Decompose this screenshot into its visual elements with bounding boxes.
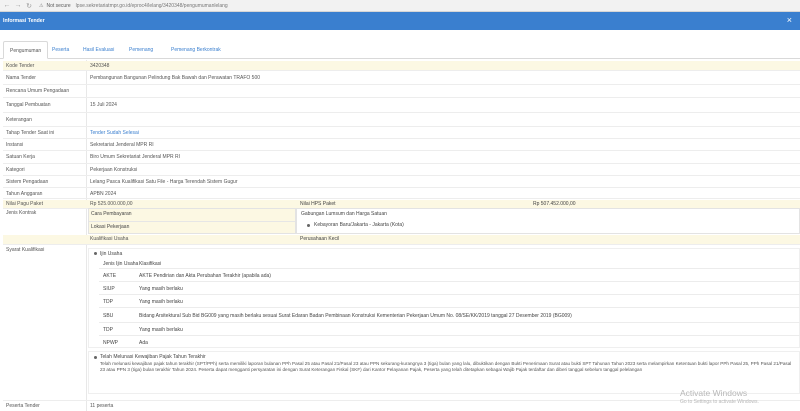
reload-icon[interactable]: ↻: [25, 2, 33, 10]
cell-jenis: NPWP: [103, 340, 118, 346]
cell-jenis: SBU: [103, 313, 114, 319]
browser-toolbar: ← → ↻ ⚠ Not secure lpse.sekretariatmpr.g…: [0, 0, 800, 12]
row-label: Nama Tender: [6, 75, 36, 81]
row-instansi: Instansi Sekretariat Jenderal MPR RI: [3, 140, 800, 151]
row-sistem-pengadaan: Sistem Pengadaan Lelang Pasca Kualifikas…: [3, 177, 800, 188]
table-row: AKTE AKTE Pendirian dan Akta Perubahan T…: [99, 270, 800, 282]
row-kode-tender: Kode Tender 3420348: [3, 61, 800, 71]
ijin-usaha-box: Ijin Usaha Jenis Ijin Usaha Klasifikasi …: [88, 248, 800, 348]
row-value: Biro Umum Sekretariat Jenderal MPR RI: [90, 154, 181, 160]
modal-header: Informasi Tender ×: [0, 12, 800, 30]
row-value: Pekerjaan Konstruksi: [90, 167, 138, 173]
row-label: Kategori: [6, 167, 25, 173]
hps-label: Nilai HPS Paket: [300, 201, 336, 207]
hps-value: Rp 507.452.000,00: [533, 201, 576, 207]
kualifikasi-label: Kualifikasi Usaha: [90, 236, 129, 242]
ijin-usaha-header: Ijin Usaha: [100, 251, 123, 257]
kontrak-value-box: Gabungan Lumsum dan Harga Satuan Kebayor…: [296, 208, 800, 234]
row-kualifikasi-usaha: Kualifikasi Usaha Perusahaan Kecil: [3, 235, 800, 245]
cell-ket: Bidang Arsitektural Sub Bid BG009 yang m…: [139, 313, 572, 319]
url-text: lpse.sekretariatmpr.go.id/eproc4/lelang/…: [75, 2, 228, 9]
bullet-icon: [94, 356, 97, 359]
row-value: Sekretariat Jenderal MPR RI: [90, 142, 154, 148]
row-rencana-umum: Rencana Umum Pengadaan: [3, 86, 800, 98]
cell-ket: Yang masih berlaku: [139, 299, 183, 305]
row-kategori: Kategori Pekerjaan Konstruksi: [3, 165, 800, 176]
divider: [89, 221, 295, 222]
row-label: Tanggal Pembuatan: [6, 102, 51, 108]
bullet-icon: [94, 252, 97, 255]
tab-peserta[interactable]: Peserta: [46, 41, 75, 59]
row-value: Lelang Pasca Kualifikasi Satu File - Har…: [90, 179, 238, 185]
table-row: SIUP Yang masih berlaku: [99, 283, 800, 295]
row-value: APBN 2024: [90, 191, 117, 197]
tab-pengumuman[interactable]: Pengumuman: [3, 41, 49, 59]
cell-jenis: SIUP: [103, 286, 115, 292]
cell-ket: Yang masih berlaku: [139, 327, 183, 333]
cell-ket: AKTE Pendirian dan Akta Perubahan Terakh…: [139, 273, 271, 279]
pajak-title: Telah Melunasi Kewajiban Pajak Tahun Ter…: [100, 354, 206, 360]
row-tahun-anggaran: Tahun Anggaran APBN 2024: [3, 189, 800, 199]
row-value: Pembangunan Bangunan Pelindung Bak Bawah…: [90, 75, 261, 81]
row-label: Keterangan: [6, 117, 32, 123]
activate-windows-subtitle: Go to Settings to activate Windows.: [680, 399, 759, 405]
row-label: Tahap Tender Saat ini: [6, 130, 55, 136]
not-secure-label: Not secure: [46, 2, 71, 9]
cell-jenis: TDP: [103, 299, 113, 305]
bullet-icon: [307, 224, 310, 227]
table-row: NPWP Ada: [99, 337, 800, 348]
syarat-label: Syarat Kualifikasi: [6, 247, 45, 253]
lokasi-pekerjaan-label: Lokasi Pekerjaan: [91, 224, 130, 230]
tab-pemenang-berkontrak[interactable]: Pemenang Berkontrak: [165, 41, 227, 59]
row-label: Kode Tender: [6, 63, 35, 69]
table-row: TDP Yang masih berlaku: [99, 296, 800, 308]
row-tahap-tender: Tahap Tender Saat ini Tender Sudah Seles…: [3, 128, 800, 139]
address-bar[interactable]: ⚠ Not secure lpse.sekretariatmpr.go.id/e…: [39, 3, 228, 9]
table-header: Jenis Ijin Usaha Klasifikasi: [99, 258, 800, 269]
peserta-label: Peserta Tender: [6, 403, 40, 409]
th-jenis: Jenis Ijin Usaha: [103, 261, 139, 267]
row-label: Tahun Anggaran: [6, 191, 43, 197]
close-icon[interactable]: ×: [787, 15, 792, 25]
row-label: Satuan Kerja: [6, 154, 35, 160]
kualifikasi-value: Perusahaan Kecil: [300, 236, 340, 242]
table-row: SBU Bidang Arsitektural Sub Bid BG009 ya…: [99, 309, 800, 323]
modal-title: Informasi Tender: [3, 18, 45, 24]
th-klasifikasi: Klasifikasi: [139, 261, 162, 267]
cell-jenis: AKTE: [103, 273, 117, 279]
row-label: Sistem Pengadaan: [6, 179, 49, 185]
pagu-value: Rp 525.000.000,00: [90, 201, 133, 207]
row-keterangan: Keterangan: [3, 114, 800, 127]
tab-pemenang[interactable]: Pemenang: [123, 41, 159, 59]
row-value: 15 Juli 2024: [90, 102, 117, 108]
row-label: Instansi: [6, 142, 24, 148]
tab-hasil-evaluasi[interactable]: Hasil Evaluasi: [77, 41, 120, 59]
kontrak-label-box: Cara Pembayaran Lokasi Pekerjaan: [88, 208, 296, 234]
warning-icon: ⚠: [39, 2, 44, 9]
cara-pembayaran-value: Gabungan Lumsum dan Harga Satuan: [301, 211, 387, 217]
row-label: Rencana Umum Pengadaan: [6, 88, 70, 94]
forward-icon[interactable]: →: [14, 2, 22, 10]
table-row: TDP Yang masih berlaku: [99, 324, 800, 336]
kontrak-label: Jenis Kontrak: [6, 210, 37, 216]
pagu-label: Nilai Pagu Paket: [6, 201, 43, 207]
activate-windows-title: Activate Windows: [680, 388, 748, 398]
cell-ket: Ada: [139, 340, 148, 346]
tab-bar: Pengumuman Peserta Hasil Evaluasi Pemena…: [0, 37, 800, 59]
ijin-usaha-table: Jenis Ijin Usaha Klasifikasi AKTE AKTE P…: [99, 258, 800, 348]
lokasi-pekerjaan-value: Kebayoran Baru/Jakarta - Jakarta (Kota): [314, 222, 404, 228]
cara-pembayaran-label: Cara Pembayaran: [91, 211, 132, 217]
row-satuan-kerja: Satuan Kerja Biro Umum Sekretariat Jende…: [3, 152, 800, 164]
back-icon[interactable]: ←: [3, 2, 11, 10]
tahap-tender-link[interactable]: Tender Sudah Selesai: [90, 130, 139, 136]
cell-ket: Yang masih berlaku: [139, 286, 183, 292]
row-value: 3420348: [90, 63, 110, 69]
peserta-value: 11 peserta: [90, 403, 114, 409]
cell-jenis: TDP: [103, 327, 113, 333]
row-nama-tender: Nama Tender Pembangunan Bangunan Pelindu…: [3, 72, 800, 85]
row-tanggal-pembuatan: Tanggal Pembuatan 15 Juli 2024: [3, 99, 800, 113]
